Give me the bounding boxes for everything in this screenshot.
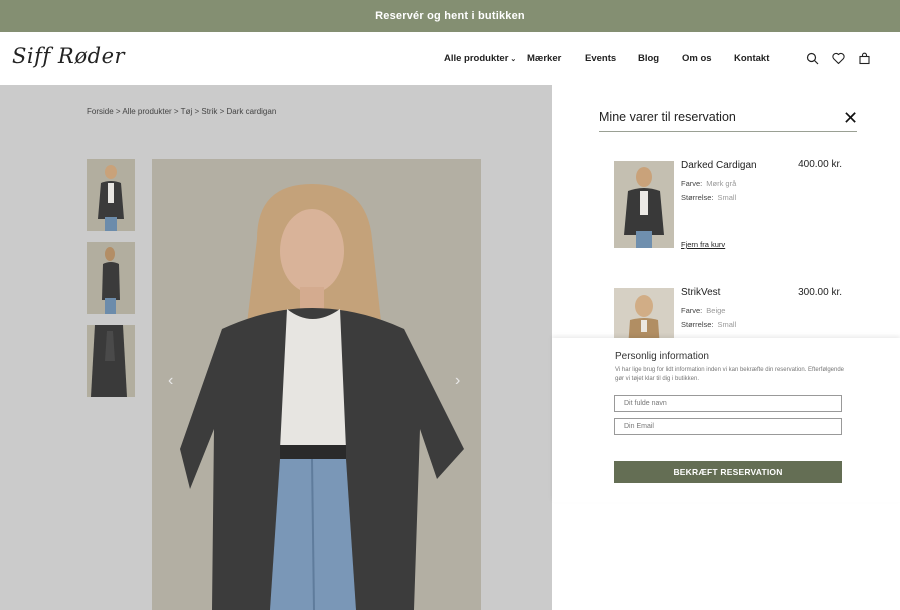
personal-info-form: Personlig information Vi har lige brug f… <box>552 338 900 502</box>
chevron-down-icon: ⌄ <box>510 56 517 63</box>
size-label: Størrelse: <box>681 193 714 202</box>
bag-icon[interactable] <box>858 52 871 65</box>
full-name-field[interactable]: Dit fulde navn <box>614 395 842 412</box>
nav-item-events[interactable]: Events <box>585 53 616 64</box>
announcement-bar: Reservér og hent i butikken <box>0 0 900 32</box>
cart-item-price: 300.00 kr. <box>798 287 842 298</box>
personal-info-description: Vi har lige brug for lidt information in… <box>615 367 845 382</box>
confirm-reservation-button[interactable]: BEKRÆFT RESERVATION <box>614 461 842 483</box>
size-label: Størrelse: <box>681 320 714 329</box>
previous-image-arrow[interactable]: ‹ <box>168 372 173 390</box>
product-photo <box>152 159 481 610</box>
breadcrumb: Forside > Alle produkter > Tøj > Strik >… <box>87 107 277 116</box>
site-logo[interactable]: Siff Røder <box>12 44 125 68</box>
announcement-text: Reservér og hent i butikken <box>375 10 525 22</box>
color-label: Farve: <box>681 306 703 315</box>
size-value: Small <box>717 320 737 329</box>
site-header: Siff Røder Alle produkter ⌄ Mærker Events… <box>0 32 900 85</box>
personal-info-title: Personlig information <box>615 351 709 362</box>
cart-item-name: Darked Cardigan <box>681 160 757 171</box>
nav-item-brands[interactable]: Mærker <box>527 53 561 64</box>
cardigan-photo <box>614 161 674 248</box>
next-image-arrow[interactable]: › <box>455 372 460 390</box>
color-label: Farve: <box>681 179 703 188</box>
thumbnail-image <box>87 242 135 314</box>
nav-item-about[interactable]: Om os <box>682 53 712 64</box>
cart-item-color: Farve: Beige <box>681 306 725 315</box>
divider <box>599 131 857 132</box>
nav-item-contact[interactable]: Kontakt <box>734 53 769 64</box>
cart-item-price: 400.00 kr. <box>798 159 842 170</box>
color-value: Beige <box>706 306 726 315</box>
thumbnail-image <box>87 159 135 231</box>
product-thumbnail[interactable] <box>87 325 135 397</box>
remove-from-cart-link[interactable]: Fjern fra kurv <box>681 240 725 249</box>
cart-item-size: Størrelse: Small <box>681 320 736 329</box>
nav-item-all-products[interactable]: Alle produkter ⌄ <box>444 53 516 64</box>
search-icon[interactable] <box>806 52 819 65</box>
cart-item-name: StrikVest <box>681 287 721 298</box>
size-value: Small <box>717 193 737 202</box>
color-value: Mørk grå <box>706 179 737 188</box>
cart-item-image <box>614 161 674 248</box>
reservation-title: Mine varer til reservation <box>599 110 736 124</box>
email-field[interactable]: Din Email <box>614 418 842 435</box>
cart-item-size: Størrelse: Small <box>681 193 736 202</box>
heart-icon[interactable] <box>832 52 845 65</box>
cart-item-color: Farve: Mørk grå <box>681 179 736 188</box>
close-icon[interactable]: ✕ <box>843 109 858 127</box>
product-thumbnail[interactable] <box>87 159 135 231</box>
thumbnail-image <box>87 325 135 397</box>
nav-item-blog[interactable]: Blog <box>638 53 659 64</box>
product-thumbnail[interactable] <box>87 242 135 314</box>
nav-label: Alle produkter <box>444 53 509 64</box>
product-main-image <box>152 159 481 610</box>
